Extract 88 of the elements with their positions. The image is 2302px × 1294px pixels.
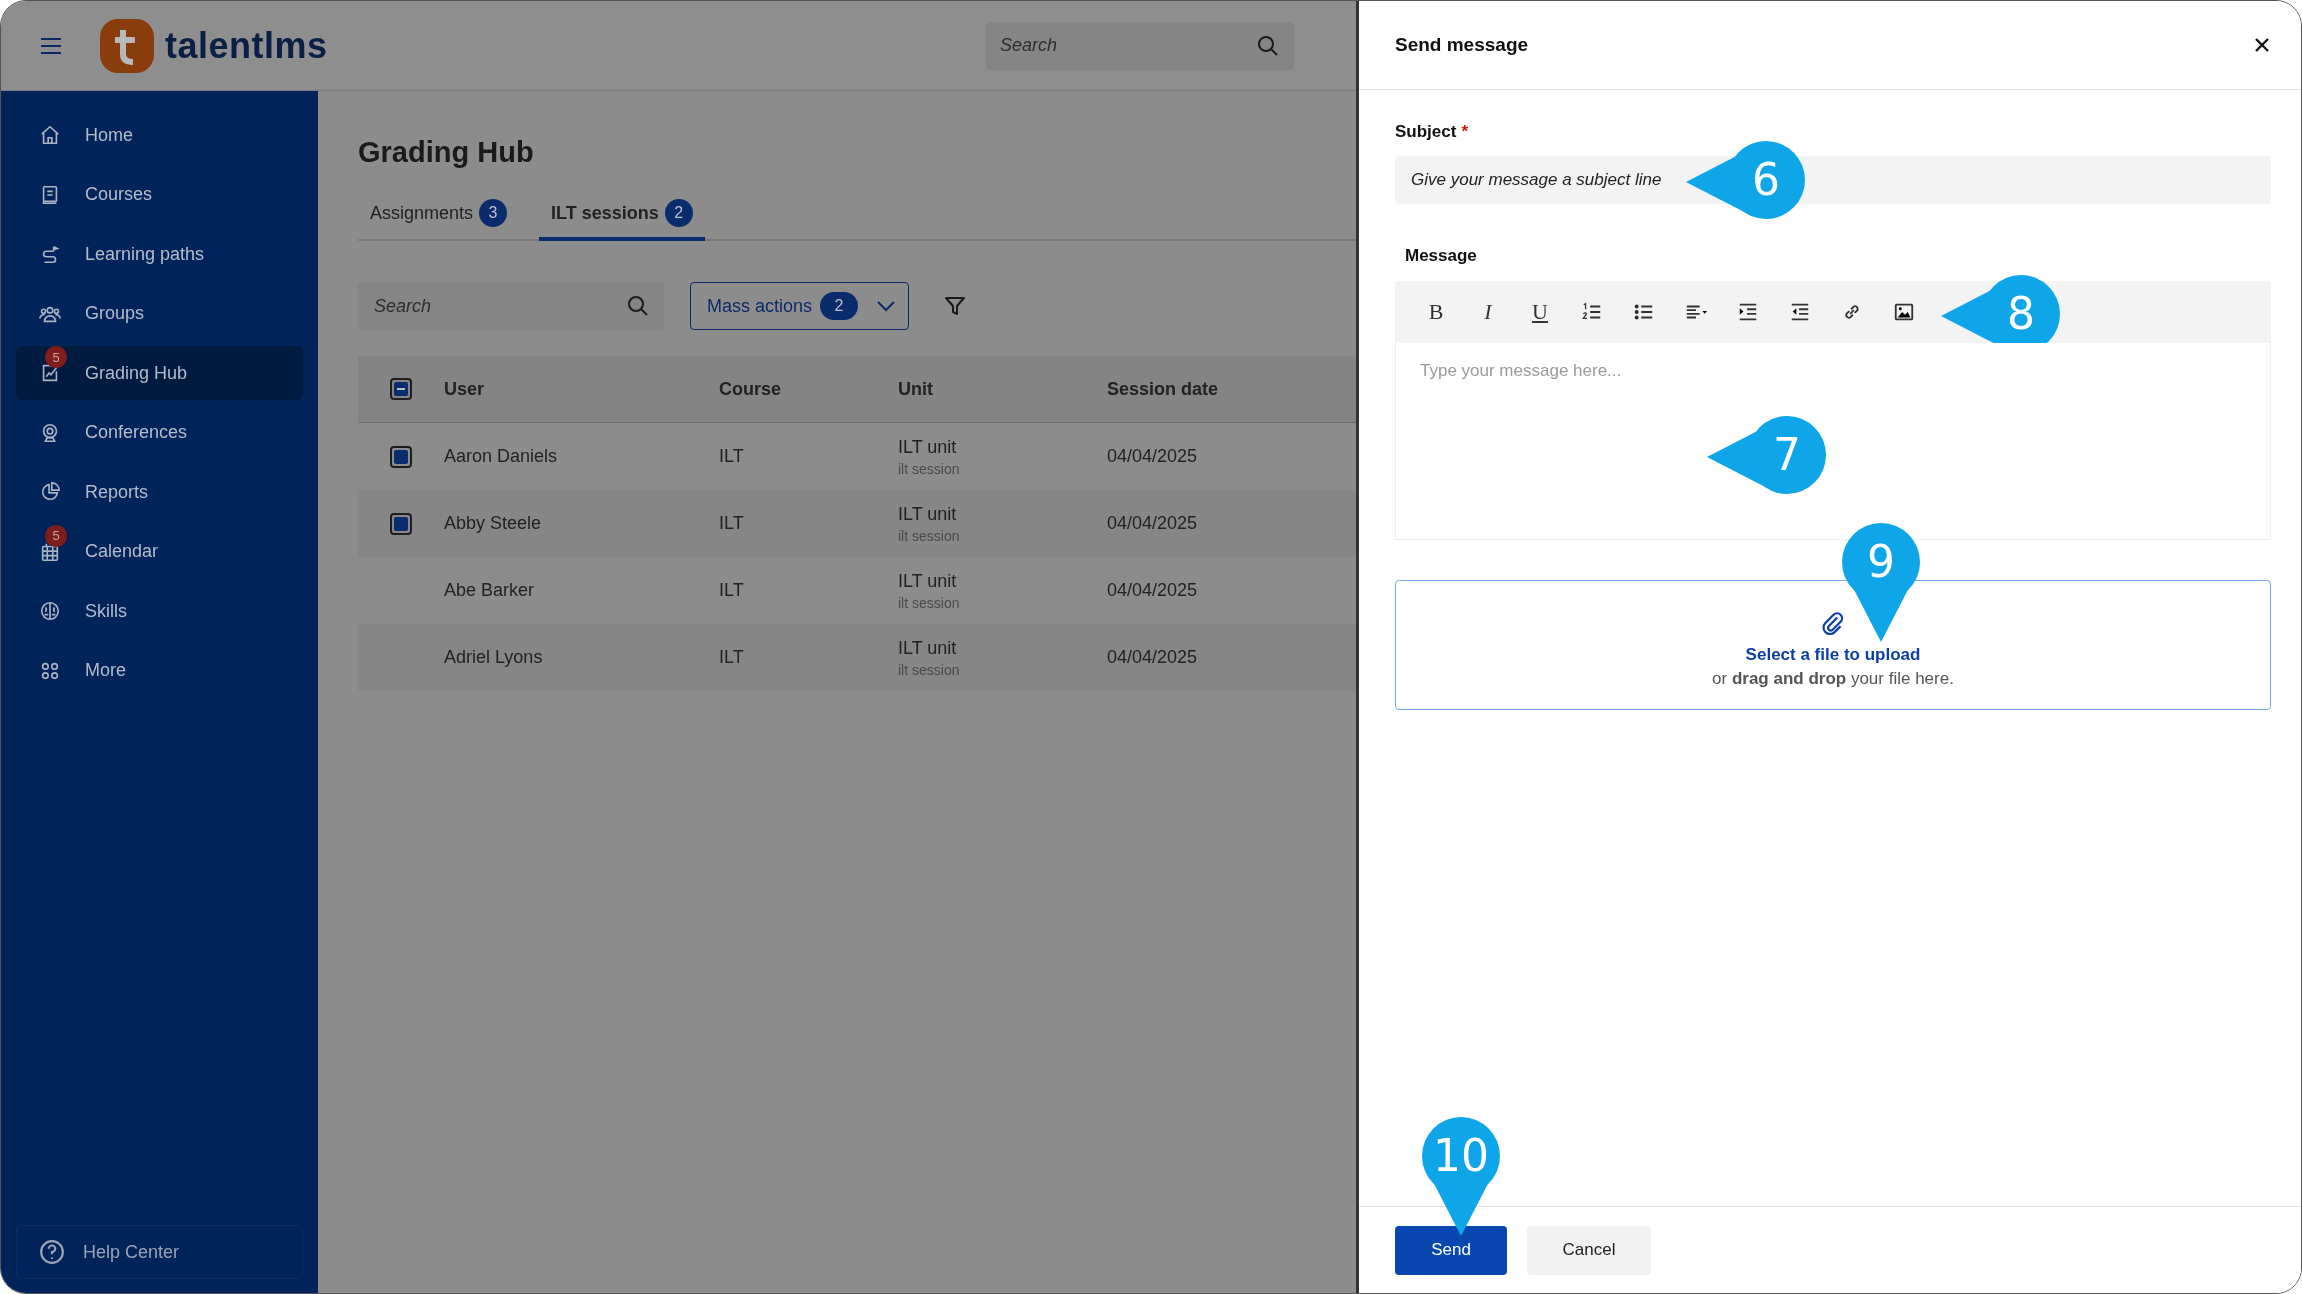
outdent-icon[interactable] — [1789, 301, 1811, 323]
sidebar-label: Skills — [85, 600, 127, 622]
cancel-button[interactable]: Cancel — [1527, 1225, 1651, 1275]
send-button[interactable]: Send — [1395, 1225, 1507, 1275]
column-header: User — [444, 378, 485, 399]
column-header: Session date — [1107, 378, 1219, 399]
table-cell-text: ILT unit — [898, 436, 958, 458]
sidebar-item[interactable]: Courses — [16, 167, 303, 222]
table-cell: ILT — [719, 446, 744, 466]
sidebar-item[interactable]: Conferences — [16, 405, 303, 460]
table-cell: 04/04/2025 — [1107, 647, 1198, 667]
tab[interactable]: Assignments 3 — [358, 189, 520, 241]
count-badge: 2 — [820, 292, 859, 320]
table-cell: Adriel Lyons — [444, 647, 543, 667]
sidebar-label: More — [85, 660, 126, 681]
sidebar-item[interactable]: Groups — [16, 286, 303, 341]
table-cell: Abby Steele — [444, 513, 542, 533]
sidebar-item[interactable]: 5 Calendar — [16, 524, 303, 579]
mass-actions-dropdown[interactable]: Mass actions 2 — [690, 282, 909, 330]
row-checkbox[interactable] — [390, 512, 412, 535]
search-icon[interactable] — [1256, 33, 1280, 58]
underline-button[interactable]: U — [1529, 299, 1551, 325]
table-cell: ILT — [719, 513, 744, 533]
menu-icon[interactable] — [41, 37, 61, 54]
table-cell-text: ILT unit — [898, 503, 958, 525]
table-cell-text: ILT unit — [898, 570, 958, 592]
home-icon — [39, 124, 61, 146]
page-title: Grading Hub — [358, 135, 535, 169]
sidebar-label: Grading Hub — [85, 362, 188, 384]
sidebar-item[interactable]: Home — [16, 108, 303, 162]
upload-hint: or drag and drop your file here. — [1712, 669, 1954, 689]
search-icon[interactable] — [626, 294, 650, 318]
row-checkbox[interactable] — [390, 445, 412, 468]
search-field[interactable]: Search — [358, 282, 664, 330]
count-badge: 2 — [664, 199, 693, 227]
sidebar-label: Home — [85, 124, 133, 146]
table-cell-text: ilt session — [898, 661, 961, 678]
image-icon[interactable] — [1893, 301, 1915, 323]
sidebar-label: Learning paths — [85, 243, 205, 265]
sidebar-item[interactable]: More — [16, 643, 303, 698]
table-cell: Abe Barker — [444, 580, 535, 600]
sidebar-item[interactable]: 5 Grading Hub — [16, 346, 303, 400]
required-mark: * — [1461, 122, 1469, 142]
table-cell-text: ILT unit — [898, 637, 958, 659]
sidebar-item[interactable]: Learning paths — [16, 227, 303, 281]
bold-button[interactable]: B — [1425, 299, 1447, 325]
table-cell: 04/04/2025 — [1107, 580, 1198, 600]
table-cell: 04/04/2025 — [1107, 513, 1198, 533]
table-cell-text: ilt session — [898, 460, 961, 477]
sidebar-label: Courses — [85, 184, 153, 205]
notification-badge: 5 — [45, 346, 67, 368]
column-header: Unit — [898, 378, 933, 399]
indent-icon[interactable] — [1737, 301, 1759, 323]
italic-button[interactable]: I — [1477, 299, 1499, 325]
pie-icon — [39, 481, 61, 503]
upload-link[interactable]: Select a file to upload — [1745, 645, 1921, 665]
table-cell: ILT — [719, 580, 744, 600]
select-all-checkbox[interactable] — [390, 378, 412, 400]
sidebar-item[interactable]: Skills — [16, 584, 303, 638]
sidebar-label: Groups — [85, 303, 145, 324]
sidebar-label: Conferences — [85, 422, 188, 443]
tab[interactable]: ILT sessions 2 — [539, 189, 705, 241]
logo-icon — [99, 17, 155, 74]
panel-title: Send message — [1395, 34, 1529, 56]
help-center-link[interactable]: Help Center — [16, 1225, 303, 1279]
help-center-label: Help Center — [83, 1241, 180, 1263]
table-cell: Aaron Daniels — [444, 446, 558, 466]
table-cell-text: ilt session — [898, 594, 961, 611]
help-icon — [39, 1239, 65, 1265]
table-cell-text: ilt session — [898, 527, 961, 544]
close-icon[interactable] — [2254, 37, 2270, 53]
table-cell: 04/04/2025 — [1107, 446, 1198, 466]
column-header: Course — [719, 378, 781, 399]
search-field[interactable]: Search — [986, 21, 1294, 70]
sidebar-item[interactable]: Reports — [16, 465, 303, 519]
subject-label: Subject — [1395, 122, 1457, 142]
table-cell: ILT — [719, 647, 744, 667]
sidebar-label: Reports — [85, 481, 149, 503]
chevron-down-icon — [876, 300, 896, 312]
paperclip-icon — [1820, 611, 1846, 637]
logo-text: talentlms — [165, 24, 328, 67]
sidebar-label: Calendar — [85, 541, 159, 562]
mass-actions-label: Mass actions — [707, 295, 813, 317]
upload-dropzone[interactable]: Select a file to upload or drag and drop your file here. — [1395, 580, 2271, 710]
notification-badge: 5 — [45, 524, 67, 547]
filter-icon[interactable] — [943, 294, 967, 318]
message-label: Message — [1405, 246, 1477, 266]
count-badge: 3 — [479, 199, 508, 227]
